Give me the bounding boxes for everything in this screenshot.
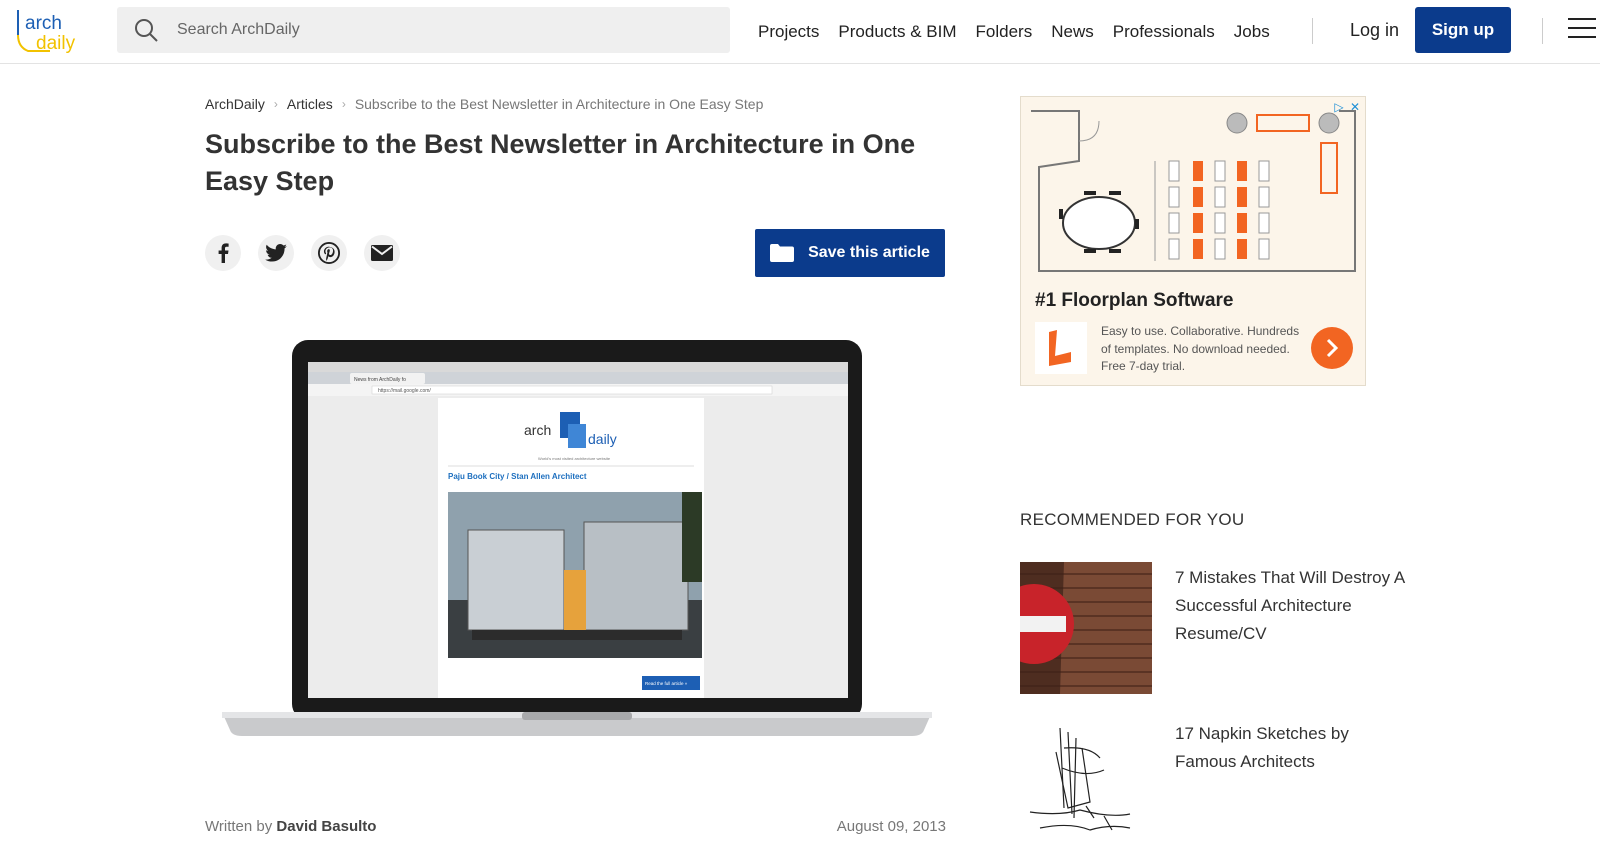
nav-professionals[interactable]: Professionals bbox=[1113, 22, 1215, 42]
chevron-right-icon: › bbox=[273, 97, 278, 111]
recommended-title[interactable]: 7 Mistakes That Will Destroy A Successfu… bbox=[1175, 564, 1405, 648]
main-nav: Projects Products & BIM Folders News Pro… bbox=[758, 0, 1289, 63]
article-title: Subscribe to the Best Newsletter in Arch… bbox=[205, 129, 916, 196]
article-date: August 09, 2013 bbox=[836, 818, 946, 835]
top-header: arch daily Projects Products & BIM Folde… bbox=[0, 0, 1600, 64]
floorplan-illustration bbox=[1031, 110, 1356, 272]
svg-text:daily: daily bbox=[36, 33, 76, 54]
breadcrumb-current: Subscribe to the Best Newsletter in Arch… bbox=[354, 96, 764, 112]
search-icon bbox=[134, 18, 158, 47]
recommended-thumbnail[interactable] bbox=[1020, 562, 1152, 694]
save-article-button[interactable]: Save this article bbox=[755, 229, 945, 277]
svg-text:daily: daily bbox=[588, 431, 617, 447]
pinterest-icon[interactable] bbox=[311, 235, 347, 271]
ad-title[interactable]: #1 Floorplan Software bbox=[1035, 290, 1233, 312]
recommended-thumbnail[interactable] bbox=[1020, 718, 1152, 850]
breadcrumb-archdaily[interactable]: ArchDaily bbox=[205, 96, 265, 112]
nav-folders[interactable]: Folders bbox=[976, 22, 1033, 42]
author-link[interactable]: David Basulto bbox=[276, 818, 376, 835]
svg-text:arch: arch bbox=[524, 422, 551, 438]
nav-products-bim[interactable]: Products & BIM bbox=[838, 22, 956, 42]
nav-news[interactable]: News bbox=[1051, 22, 1094, 42]
save-article-label: Save this article bbox=[808, 244, 930, 261]
share-bar bbox=[205, 235, 417, 271]
search-bar[interactable] bbox=[117, 7, 730, 53]
svg-text:https://mail.google.com/: https://mail.google.com/ bbox=[378, 388, 431, 394]
ad-brand-logo bbox=[1035, 322, 1087, 374]
nav-projects[interactable]: Projects bbox=[758, 22, 819, 42]
article-hero-image: News from ArchDaily fo https://mail.goog… bbox=[222, 340, 932, 750]
svg-text:Read the full article »: Read the full article » bbox=[645, 681, 688, 686]
menu-icon[interactable] bbox=[1568, 18, 1596, 40]
recommended-item[interactable]: 17 Napkin Sketches by Famous Architects bbox=[1020, 718, 1400, 850]
signup-button[interactable]: Sign up bbox=[1415, 7, 1511, 53]
archdaily-logo[interactable]: arch daily bbox=[14, 7, 90, 55]
chevron-right-icon[interactable] bbox=[1311, 327, 1353, 369]
recommended-title[interactable]: 17 Napkin Sketches by Famous Architects bbox=[1175, 720, 1405, 776]
email-icon[interactable] bbox=[364, 235, 400, 271]
nav-divider bbox=[1312, 18, 1313, 44]
recommended-item[interactable]: 7 Mistakes That Will Destroy A Successfu… bbox=[1020, 562, 1404, 694]
search-input[interactable] bbox=[177, 7, 717, 53]
sidebar-ad[interactable]: ▷ ✕ #1 Floorplan Software Easy to use. C… bbox=[1020, 96, 1366, 386]
twitter-icon[interactable] bbox=[258, 235, 294, 271]
nav-jobs[interactable]: Jobs bbox=[1234, 22, 1270, 42]
breadcrumb-articles[interactable]: Articles bbox=[287, 96, 333, 112]
breadcrumb: ArchDaily › Articles › Subscribe to the … bbox=[205, 96, 763, 112]
byline-prefix: Written by bbox=[205, 818, 273, 835]
nav-divider bbox=[1542, 18, 1543, 44]
article-byline: Written by David Basulto bbox=[205, 818, 376, 835]
login-link[interactable]: Log in bbox=[1350, 20, 1399, 41]
svg-text:arch: arch bbox=[25, 13, 62, 34]
facebook-icon[interactable] bbox=[205, 235, 241, 271]
ad-description: Easy to use. Collaborative. Hundreds of … bbox=[1101, 324, 1300, 373]
svg-text:News from ArchDaily fo: News from ArchDaily fo bbox=[354, 377, 406, 383]
recommended-heading: RECOMMENDED FOR YOU bbox=[1020, 510, 1245, 529]
svg-text:Paju Book City / Stan Allen Ar: Paju Book City / Stan Allen Architect bbox=[448, 472, 587, 481]
chevron-right-icon: › bbox=[341, 97, 346, 111]
folder-icon bbox=[770, 244, 795, 262]
svg-text:World's most visited architect: World's most visited architecture websit… bbox=[538, 456, 611, 461]
